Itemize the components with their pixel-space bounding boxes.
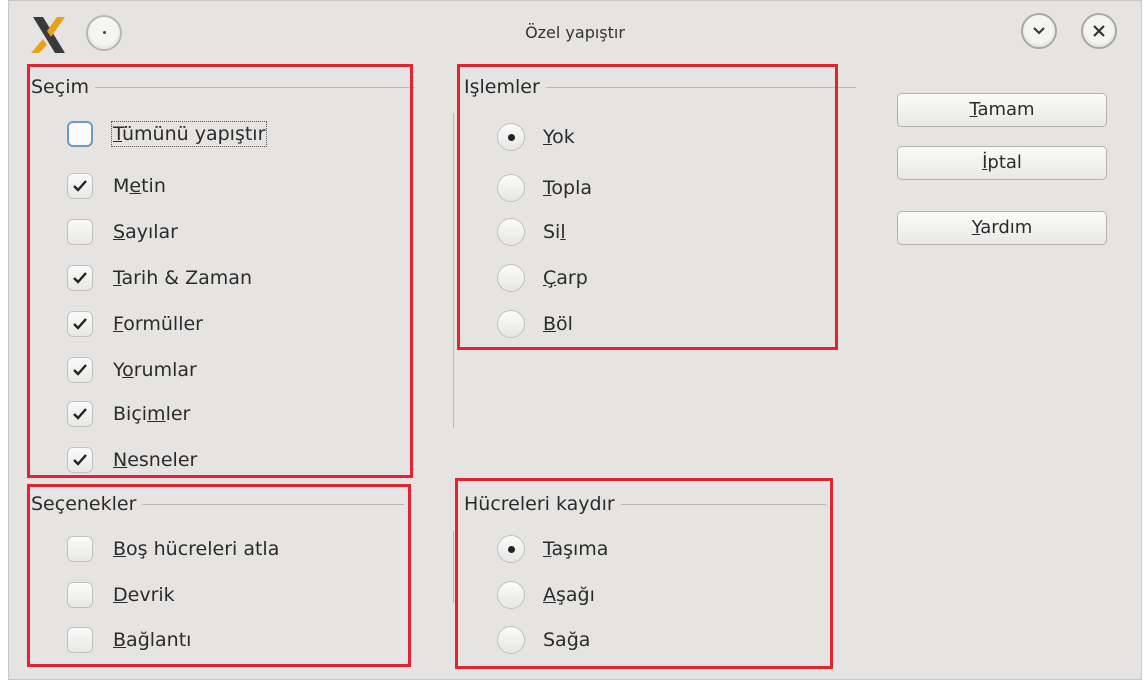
highlight-box-operations (457, 64, 838, 350)
minimize-button[interactable] (1021, 13, 1057, 49)
window-title: Özel yapıştır (525, 23, 625, 42)
highlight-box-options (27, 484, 411, 667)
ok-button[interactable]: Tamam (897, 93, 1107, 127)
minimize-icon (1033, 27, 1045, 35)
highlight-box-selection (27, 64, 413, 478)
vertical-separator (453, 113, 454, 428)
close-button[interactable] (1081, 13, 1117, 49)
help-button[interactable]: Yardım (897, 211, 1107, 245)
paste-special-dialog: Özel yapıştır Seçim Tümünü yapıştır Metin… (8, 0, 1142, 680)
cancel-button[interactable]: İptal (897, 146, 1107, 180)
title-bar: Özel yapıştır (9, 1, 1141, 61)
highlight-box-shift (455, 478, 833, 669)
vertical-separator (453, 531, 454, 603)
close-icon (1093, 25, 1105, 37)
